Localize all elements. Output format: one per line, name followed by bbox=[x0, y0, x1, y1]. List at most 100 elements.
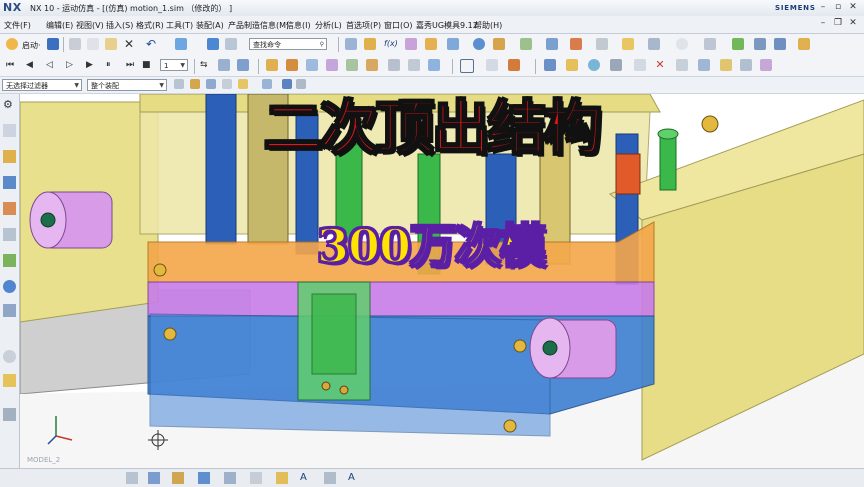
orient-view-icon[interactable] bbox=[172, 472, 184, 484]
stop-icon[interactable]: ■ bbox=[142, 59, 154, 71]
interference-icon[interactable] bbox=[648, 38, 660, 50]
spring-damper-icon[interactable] bbox=[366, 59, 378, 71]
search-icon[interactable]: ⚲ bbox=[320, 39, 324, 49]
snap-mid-icon[interactable] bbox=[222, 79, 232, 89]
measure-icon[interactable] bbox=[364, 38, 376, 50]
roles-icon[interactable] bbox=[3, 408, 16, 421]
text-icon[interactable]: A bbox=[348, 472, 360, 484]
playback-mode-icon[interactable] bbox=[237, 59, 249, 71]
motion-navigator-icon[interactable] bbox=[3, 254, 16, 267]
fit-icon[interactable] bbox=[486, 59, 498, 71]
window-icon[interactable] bbox=[207, 38, 219, 50]
table-icon[interactable] bbox=[345, 38, 357, 50]
point-icon[interactable] bbox=[408, 59, 420, 71]
loop-icon[interactable]: ⇆ bbox=[200, 59, 212, 71]
driver-icon[interactable] bbox=[570, 38, 582, 50]
orient-icon[interactable] bbox=[720, 59, 732, 71]
step-back-icon[interactable]: ◀ bbox=[26, 59, 38, 71]
history-icon[interactable] bbox=[3, 304, 16, 317]
solution-icon[interactable] bbox=[732, 38, 744, 50]
menu-info[interactable]: 信息(I) bbox=[286, 20, 311, 31]
hd3d-icon[interactable] bbox=[3, 228, 16, 241]
background-icon[interactable] bbox=[224, 472, 236, 484]
menu-insert[interactable]: 插入(S) bbox=[106, 20, 133, 31]
menu-window[interactable]: 窗口(O) bbox=[384, 20, 413, 31]
origin-icon[interactable] bbox=[740, 59, 752, 71]
snap-end-icon[interactable] bbox=[206, 79, 216, 89]
layout-icon[interactable] bbox=[225, 38, 237, 50]
menu-preferences[interactable]: 首选项(P) bbox=[346, 20, 381, 31]
joint-icon[interactable] bbox=[425, 38, 437, 50]
gear-icon[interactable] bbox=[447, 38, 459, 50]
filter-options-icon[interactable] bbox=[174, 79, 184, 89]
packaging-icon[interactable] bbox=[326, 59, 338, 71]
doc-close-icon[interactable]: ✕ bbox=[848, 19, 858, 28]
menu-mold-plugin[interactable]: 嘉秀UG模具9.12 bbox=[416, 20, 478, 31]
web-browser-icon[interactable] bbox=[3, 280, 16, 293]
play-icon[interactable]: ▷ bbox=[66, 59, 78, 71]
menu-analysis[interactable]: 分析(L) bbox=[315, 20, 342, 31]
render-style-icon[interactable] bbox=[544, 59, 556, 71]
close-icon[interactable]: ✕ bbox=[848, 3, 858, 12]
paste-icon[interactable] bbox=[105, 38, 117, 50]
menu-file[interactable]: 文件(F) bbox=[4, 20, 31, 31]
move-icon[interactable] bbox=[676, 59, 688, 71]
doc-restore-icon[interactable]: ❐ bbox=[833, 19, 843, 28]
view-triad-icon[interactable] bbox=[126, 472, 138, 484]
curve-icon[interactable] bbox=[388, 59, 400, 71]
menu-assembly[interactable]: 装配(A) bbox=[196, 20, 224, 31]
wcs-icon[interactable] bbox=[698, 59, 710, 71]
bend-icon[interactable] bbox=[266, 59, 278, 71]
graph-icon[interactable] bbox=[774, 38, 786, 50]
render-style-icon[interactable] bbox=[198, 472, 210, 484]
remove-icon[interactable]: ✕ bbox=[654, 59, 666, 71]
snap-view-icon[interactable] bbox=[175, 38, 187, 50]
select-icon[interactable] bbox=[634, 59, 646, 71]
sensor-icon[interactable] bbox=[622, 38, 634, 50]
reuse-library-icon[interactable] bbox=[3, 202, 16, 215]
cube-icon[interactable] bbox=[282, 79, 292, 89]
link-icon[interactable] bbox=[493, 38, 505, 50]
plane-icon[interactable] bbox=[428, 59, 440, 71]
menu-view[interactable]: 视图(V) bbox=[76, 20, 104, 31]
constraint-icon[interactable] bbox=[546, 38, 558, 50]
ambient-icon[interactable] bbox=[588, 59, 600, 71]
box-icon[interactable] bbox=[460, 59, 474, 73]
snap-face-icon[interactable] bbox=[262, 79, 272, 89]
start-icon[interactable] bbox=[6, 38, 18, 50]
clock-icon[interactable] bbox=[3, 350, 16, 363]
delete-icon[interactable]: ✕ bbox=[123, 38, 135, 50]
doc-minimize-icon[interactable]: – bbox=[818, 19, 828, 28]
layer-icon[interactable] bbox=[760, 59, 772, 71]
gear-icon[interactable]: ⚙ bbox=[3, 98, 16, 111]
rotate-icon[interactable] bbox=[286, 59, 298, 71]
light-icon[interactable] bbox=[276, 472, 288, 484]
pingpong-icon[interactable] bbox=[218, 59, 230, 71]
cube-options-icon[interactable] bbox=[296, 79, 306, 89]
constraint-navigator-icon[interactable] bbox=[3, 150, 16, 163]
frame-select[interactable]: 1 ▼ bbox=[160, 59, 188, 71]
animation-icon[interactable] bbox=[754, 38, 766, 50]
undo-icon[interactable]: ↶ bbox=[145, 38, 157, 50]
assembly-navigator-icon[interactable] bbox=[3, 124, 16, 137]
section-icon[interactable] bbox=[610, 59, 622, 71]
play-back-icon[interactable]: ◁ bbox=[46, 59, 58, 71]
snap-point-icon[interactable] bbox=[190, 79, 200, 89]
start-menu[interactable]: 启动· bbox=[22, 40, 41, 51]
expression-icon[interactable]: f(x) bbox=[384, 38, 398, 50]
layer-icon[interactable] bbox=[324, 472, 336, 484]
step-forward-icon[interactable]: ▶ bbox=[86, 59, 98, 71]
command-search-input[interactable]: 查找命令 ⚲ bbox=[249, 38, 327, 50]
selection-filter-select[interactable]: 无选择过滤器 ▼ bbox=[2, 79, 82, 91]
cable-icon[interactable] bbox=[596, 38, 608, 50]
motion-icon[interactable] bbox=[405, 38, 417, 50]
pause-icon[interactable]: ⏸ bbox=[106, 59, 118, 71]
part-navigator-icon[interactable] bbox=[3, 176, 16, 189]
menu-edit[interactable]: 编辑(E) bbox=[46, 20, 73, 31]
spring-icon[interactable] bbox=[473, 38, 485, 50]
menu-format[interactable]: 格式(R) bbox=[136, 20, 164, 31]
menu-help[interactable]: 帮助(H) bbox=[474, 20, 502, 31]
annotation-icon[interactable]: A bbox=[300, 472, 312, 484]
save-icon[interactable] bbox=[47, 38, 59, 50]
maximize-icon[interactable]: ▫ bbox=[833, 3, 843, 12]
